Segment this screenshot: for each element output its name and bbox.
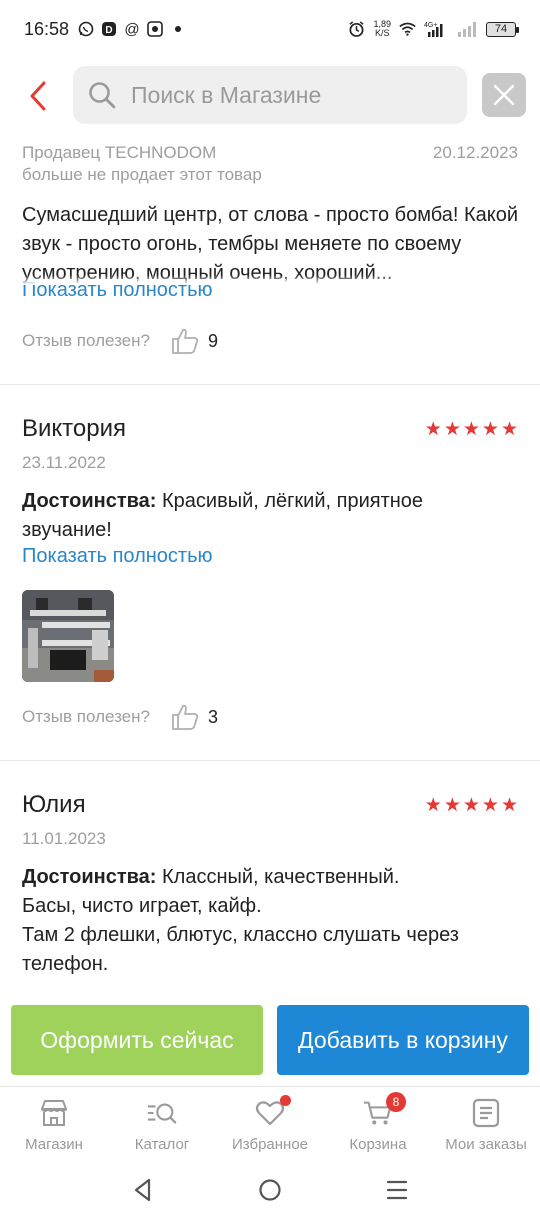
star-icon: ★ xyxy=(462,418,480,440)
svg-text:D: D xyxy=(105,25,112,36)
gallery-app-icon xyxy=(146,21,163,38)
review-date: 11.01.2023 xyxy=(22,829,106,848)
orders-icon xyxy=(470,1097,502,1129)
whatsapp-icon xyxy=(77,21,94,38)
status-time: 16:58 xyxy=(24,18,70,39)
status-left: 16:58 D @ xyxy=(24,19,186,40)
nav-item-store[interactable]: Магазин xyxy=(0,1087,108,1162)
star-icon: ★ xyxy=(462,794,480,816)
purchase-actions: Оформить сейчас Добавить в корзину xyxy=(0,996,540,1086)
helpful-count: 9 xyxy=(207,330,218,351)
nav-label: Каталог xyxy=(134,1136,190,1153)
system-back-button[interactable] xyxy=(123,1170,163,1210)
seller-note: больше не продает этот товар xyxy=(22,165,262,184)
search-icon xyxy=(89,82,116,109)
thumbs-up-icon[interactable] xyxy=(170,702,200,732)
nav-item-cart[interactable]: 8 Корзина xyxy=(324,1087,432,1162)
nav-item-orders[interactable]: Мои заказы xyxy=(432,1087,540,1162)
add-to-cart-button[interactable]: Добавить в корзину xyxy=(277,1005,529,1075)
status-right: 1,89 K/S 4G+ 74 xyxy=(348,20,519,38)
at-sign-icon: @ xyxy=(123,21,140,38)
helpful-label: Отзыв полезен? xyxy=(22,707,150,726)
order-now-button[interactable]: Оформить сейчас xyxy=(11,1005,263,1075)
review-header: Юлия ★ ★ ★ ★ ★ xyxy=(22,791,518,819)
network-speed: 1,89 K/S xyxy=(373,20,391,38)
store-icon xyxy=(38,1097,70,1129)
cart-count-badge: 8 xyxy=(386,1092,406,1112)
review-text: Достоинства: Классный, качественный. Бас… xyxy=(22,863,518,979)
review-text: Достоинства: Красивый, лёгкий, приятное … xyxy=(22,487,518,545)
nav-label: Избранное xyxy=(231,1136,309,1153)
review-date: 23.11.2022 xyxy=(22,453,106,472)
menu-lines-icon xyxy=(386,1180,407,1200)
review-card: Продавец TECHNODOM 20.12.2023 больше не … xyxy=(0,143,540,384)
nav-label: Магазин xyxy=(25,1136,83,1153)
chevron-left-icon xyxy=(30,81,46,111)
review-text: Сумасшедший центр, от слова - просто бом… xyxy=(22,201,518,285)
review-card: Виктория ★ ★ ★ ★ ★ 23.11.2022 Достоинства: К… xyxy=(0,385,540,760)
reviewer-name: Виктория xyxy=(22,415,127,442)
status-bar: 16:58 D @ 1,89 K/S 4G+ 74 xyxy=(0,0,540,58)
helpful-row: Отзыв полезен? 3 xyxy=(22,702,518,732)
reviews-list[interactable]: Продавец TECHNODOM 20.12.2023 больше не … xyxy=(0,136,540,996)
alarm-icon xyxy=(348,21,365,38)
signal-4g-icon: 4G+ xyxy=(424,21,448,38)
star-icon: ★ xyxy=(443,418,461,440)
svg-text:@: @ xyxy=(124,21,139,37)
advantages-text-line2: Басы, чисто играет, кайф. xyxy=(22,895,262,917)
show-more-link[interactable]: Показать полностью xyxy=(22,545,518,568)
favorites-notification-dot xyxy=(280,1095,291,1106)
advantages-label: Достоинства: xyxy=(22,866,157,888)
network-type-text: 4G+ xyxy=(424,22,437,29)
review-meta: Продавец TECHNODOM 20.12.2023 xyxy=(22,143,518,163)
search-header: Поиск в Магазине xyxy=(0,58,540,136)
review-photo[interactable] xyxy=(22,590,114,682)
app-d-icon: D xyxy=(100,21,117,38)
review-card: Юлия ★ ★ ★ ★ ★ 11.01.2023 Достоинства: Класс… xyxy=(0,761,540,979)
advantages-label: Достоинства: xyxy=(22,490,157,512)
back-button[interactable] xyxy=(22,76,54,116)
advantages-text-line3: Там 2 флешки, блютус, классно слушать че… xyxy=(22,924,459,975)
bottom-navigation: Магазин Каталог Избранное 8 Корзина Мои … xyxy=(0,1086,540,1162)
catalog-search-icon xyxy=(146,1097,178,1129)
rating-stars: ★ ★ ★ ★ ★ xyxy=(425,794,518,817)
star-icon: ★ xyxy=(481,794,499,816)
clear-search-button[interactable] xyxy=(482,73,526,117)
review-date: 20.12.2023 xyxy=(432,143,518,162)
system-recents-button[interactable] xyxy=(377,1170,417,1210)
star-icon: ★ xyxy=(500,418,518,440)
system-home-button[interactable] xyxy=(250,1170,290,1210)
triangle-back-icon xyxy=(135,1178,151,1202)
thumbs-up-icon[interactable] xyxy=(170,326,200,356)
seller-label: Продавец TECHNODOM xyxy=(22,143,217,162)
circle-home-icon xyxy=(259,1179,281,1201)
reviewer-name: Юлия xyxy=(22,791,86,818)
signal-icon xyxy=(456,21,478,38)
search-input[interactable]: Поиск в Магазине xyxy=(73,66,467,124)
speed-unit: K/S xyxy=(374,28,390,38)
nav-label: Мои заказы xyxy=(445,1136,527,1153)
nav-item-catalog[interactable]: Каталог xyxy=(108,1087,216,1162)
review-header: Виктория ★ ★ ★ ★ ★ xyxy=(22,415,518,443)
star-icon: ★ xyxy=(500,794,518,816)
helpful-label: Отзыв полезен? xyxy=(22,331,150,350)
battery-indicator: 74 xyxy=(486,21,519,37)
helpful-count: 3 xyxy=(207,706,218,727)
helpful-row: Отзыв полезен? 9 xyxy=(22,326,518,356)
star-icon: ★ xyxy=(481,418,499,440)
star-icon: ★ xyxy=(424,794,442,816)
close-icon xyxy=(493,84,515,106)
star-icon: ★ xyxy=(443,794,461,816)
advantages-text-line1: Классный, качественный. xyxy=(156,866,400,888)
star-icon: ★ xyxy=(424,418,442,440)
wifi-icon xyxy=(399,21,416,38)
notification-dot-icon xyxy=(169,21,186,38)
system-navigation xyxy=(0,1162,540,1218)
nav-label: Корзина xyxy=(349,1136,407,1153)
search-placeholder: Поиск в Магазине xyxy=(131,81,322,108)
nav-item-favorites[interactable]: Избранное xyxy=(216,1087,324,1162)
rating-stars: ★ ★ ★ ★ ★ xyxy=(425,418,518,441)
